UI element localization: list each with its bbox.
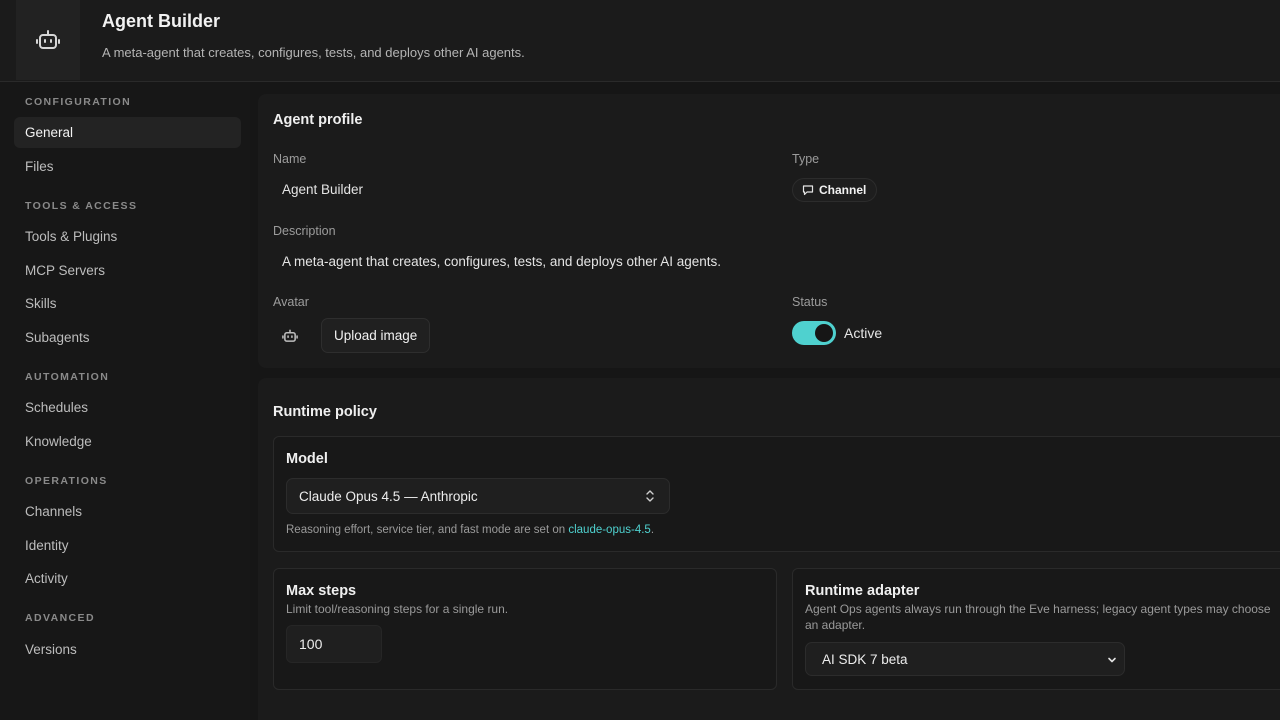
upload-image-button[interactable]: Upload image — [321, 318, 431, 353]
runtime-adapter-select-value: AI SDK 7 beta — [822, 651, 908, 667]
max-steps-input[interactable]: 100 — [286, 625, 382, 663]
model-select-value: Claude Opus 4.5 — Anthropic — [299, 488, 478, 504]
type-badge-label: Channel — [819, 183, 867, 197]
toggle-knob — [815, 324, 833, 342]
section-label-tools-access: TOOLS & ACCESS — [25, 200, 138, 212]
type-label: Type — [792, 152, 820, 166]
status-toggle[interactable] — [792, 321, 836, 345]
description-label: Description — [273, 224, 336, 238]
sidebar-item-tools-plugins[interactable]: Tools & Plugins — [14, 221, 241, 252]
sidebar-item-skills[interactable]: Skills — [14, 288, 241, 319]
agent-profile-title: Agent profile — [273, 112, 363, 128]
name-label: Name — [273, 152, 307, 166]
status-label: Status — [792, 295, 828, 309]
max-steps-panel: Max steps Limit tool/reasoning steps for… — [273, 568, 777, 690]
sidebar-item-schedules[interactable]: Schedules — [14, 392, 241, 423]
model-hint-suffix: . — [650, 524, 655, 536]
model-hint-text: Reasoning effort, service tier, and fast… — [286, 524, 569, 536]
chat-bubble-icon — [802, 185, 814, 196]
robot-icon — [36, 30, 60, 49]
main-content: Agent profile Name Agent Builder Type Ch… — [258, 82, 1280, 720]
sidebar-item-channels[interactable]: Channels — [14, 496, 241, 527]
sidebar-item-general[interactable]: General — [14, 117, 241, 148]
sidebar-item-identity[interactable]: Identity — [14, 530, 241, 561]
section-label-configuration: CONFIGURATION — [25, 96, 132, 108]
sidebar-item-mcp-servers[interactable]: MCP Servers — [14, 255, 241, 286]
description-field[interactable]: A meta-agent that creates, configures, t… — [282, 254, 721, 269]
model-hint: Reasoning effort, service tier, and fast… — [286, 522, 654, 538]
settings-sidebar: CONFIGURATION General Files TOOLS & ACCE… — [0, 82, 250, 720]
model-title: Model — [286, 451, 328, 467]
chevron-updown-icon — [646, 490, 654, 502]
avatar-robot-icon — [282, 329, 298, 342]
sidebar-item-knowledge[interactable]: Knowledge — [14, 426, 241, 457]
sidebar-item-versions[interactable]: Versions — [14, 634, 241, 665]
page-title: Agent Builder — [102, 11, 221, 31]
sidebar-item-files[interactable]: Files — [14, 151, 241, 182]
sidebar-item-subagents[interactable]: Subagents — [14, 322, 241, 353]
sidebar-item-activity[interactable]: Activity — [14, 563, 241, 594]
agent-profile-card: Agent profile Name Agent Builder Type Ch… — [258, 94, 1280, 368]
section-label-advanced: ADVANCED — [25, 612, 95, 624]
model-hint-link[interactable]: claude-opus-4.5 — [568, 524, 650, 536]
agent-logo — [16, 0, 80, 80]
type-badge[interactable]: Channel — [792, 178, 878, 202]
section-label-automation: AUTOMATION — [25, 371, 110, 383]
runtime-adapter-description: Agent Ops agents always run through the … — [805, 602, 1271, 632]
runtime-policy-title: Runtime policy — [273, 404, 377, 420]
status-value: Active — [844, 325, 883, 341]
max-steps-description: Limit tool/reasoning steps for a single … — [286, 602, 509, 616]
avatar-label: Avatar — [273, 295, 309, 309]
runtime-adapter-select[interactable]: AI SDK 7 beta — [805, 642, 1125, 676]
chevron-down-icon — [1108, 657, 1116, 663]
runtime-adapter-title: Runtime adapter — [805, 583, 920, 599]
max-steps-title: Max steps — [286, 583, 357, 599]
page-header: Agent Builder A meta-agent that creates,… — [0, 0, 1280, 82]
model-panel: Model Claude Opus 4.5 — Anthropic Reason… — [273, 436, 1280, 552]
runtime-policy-card: Runtime policy Model Claude Opus 4.5 — A… — [258, 378, 1280, 720]
page-subtitle: A meta-agent that creates, configures, t… — [102, 45, 525, 60]
runtime-adapter-panel: Runtime adapter Agent Ops agents always … — [792, 568, 1280, 690]
model-select[interactable]: Claude Opus 4.5 — Anthropic — [286, 478, 670, 514]
section-label-operations: OPERATIONS — [25, 475, 108, 487]
name-field[interactable]: Agent Builder — [282, 182, 363, 197]
